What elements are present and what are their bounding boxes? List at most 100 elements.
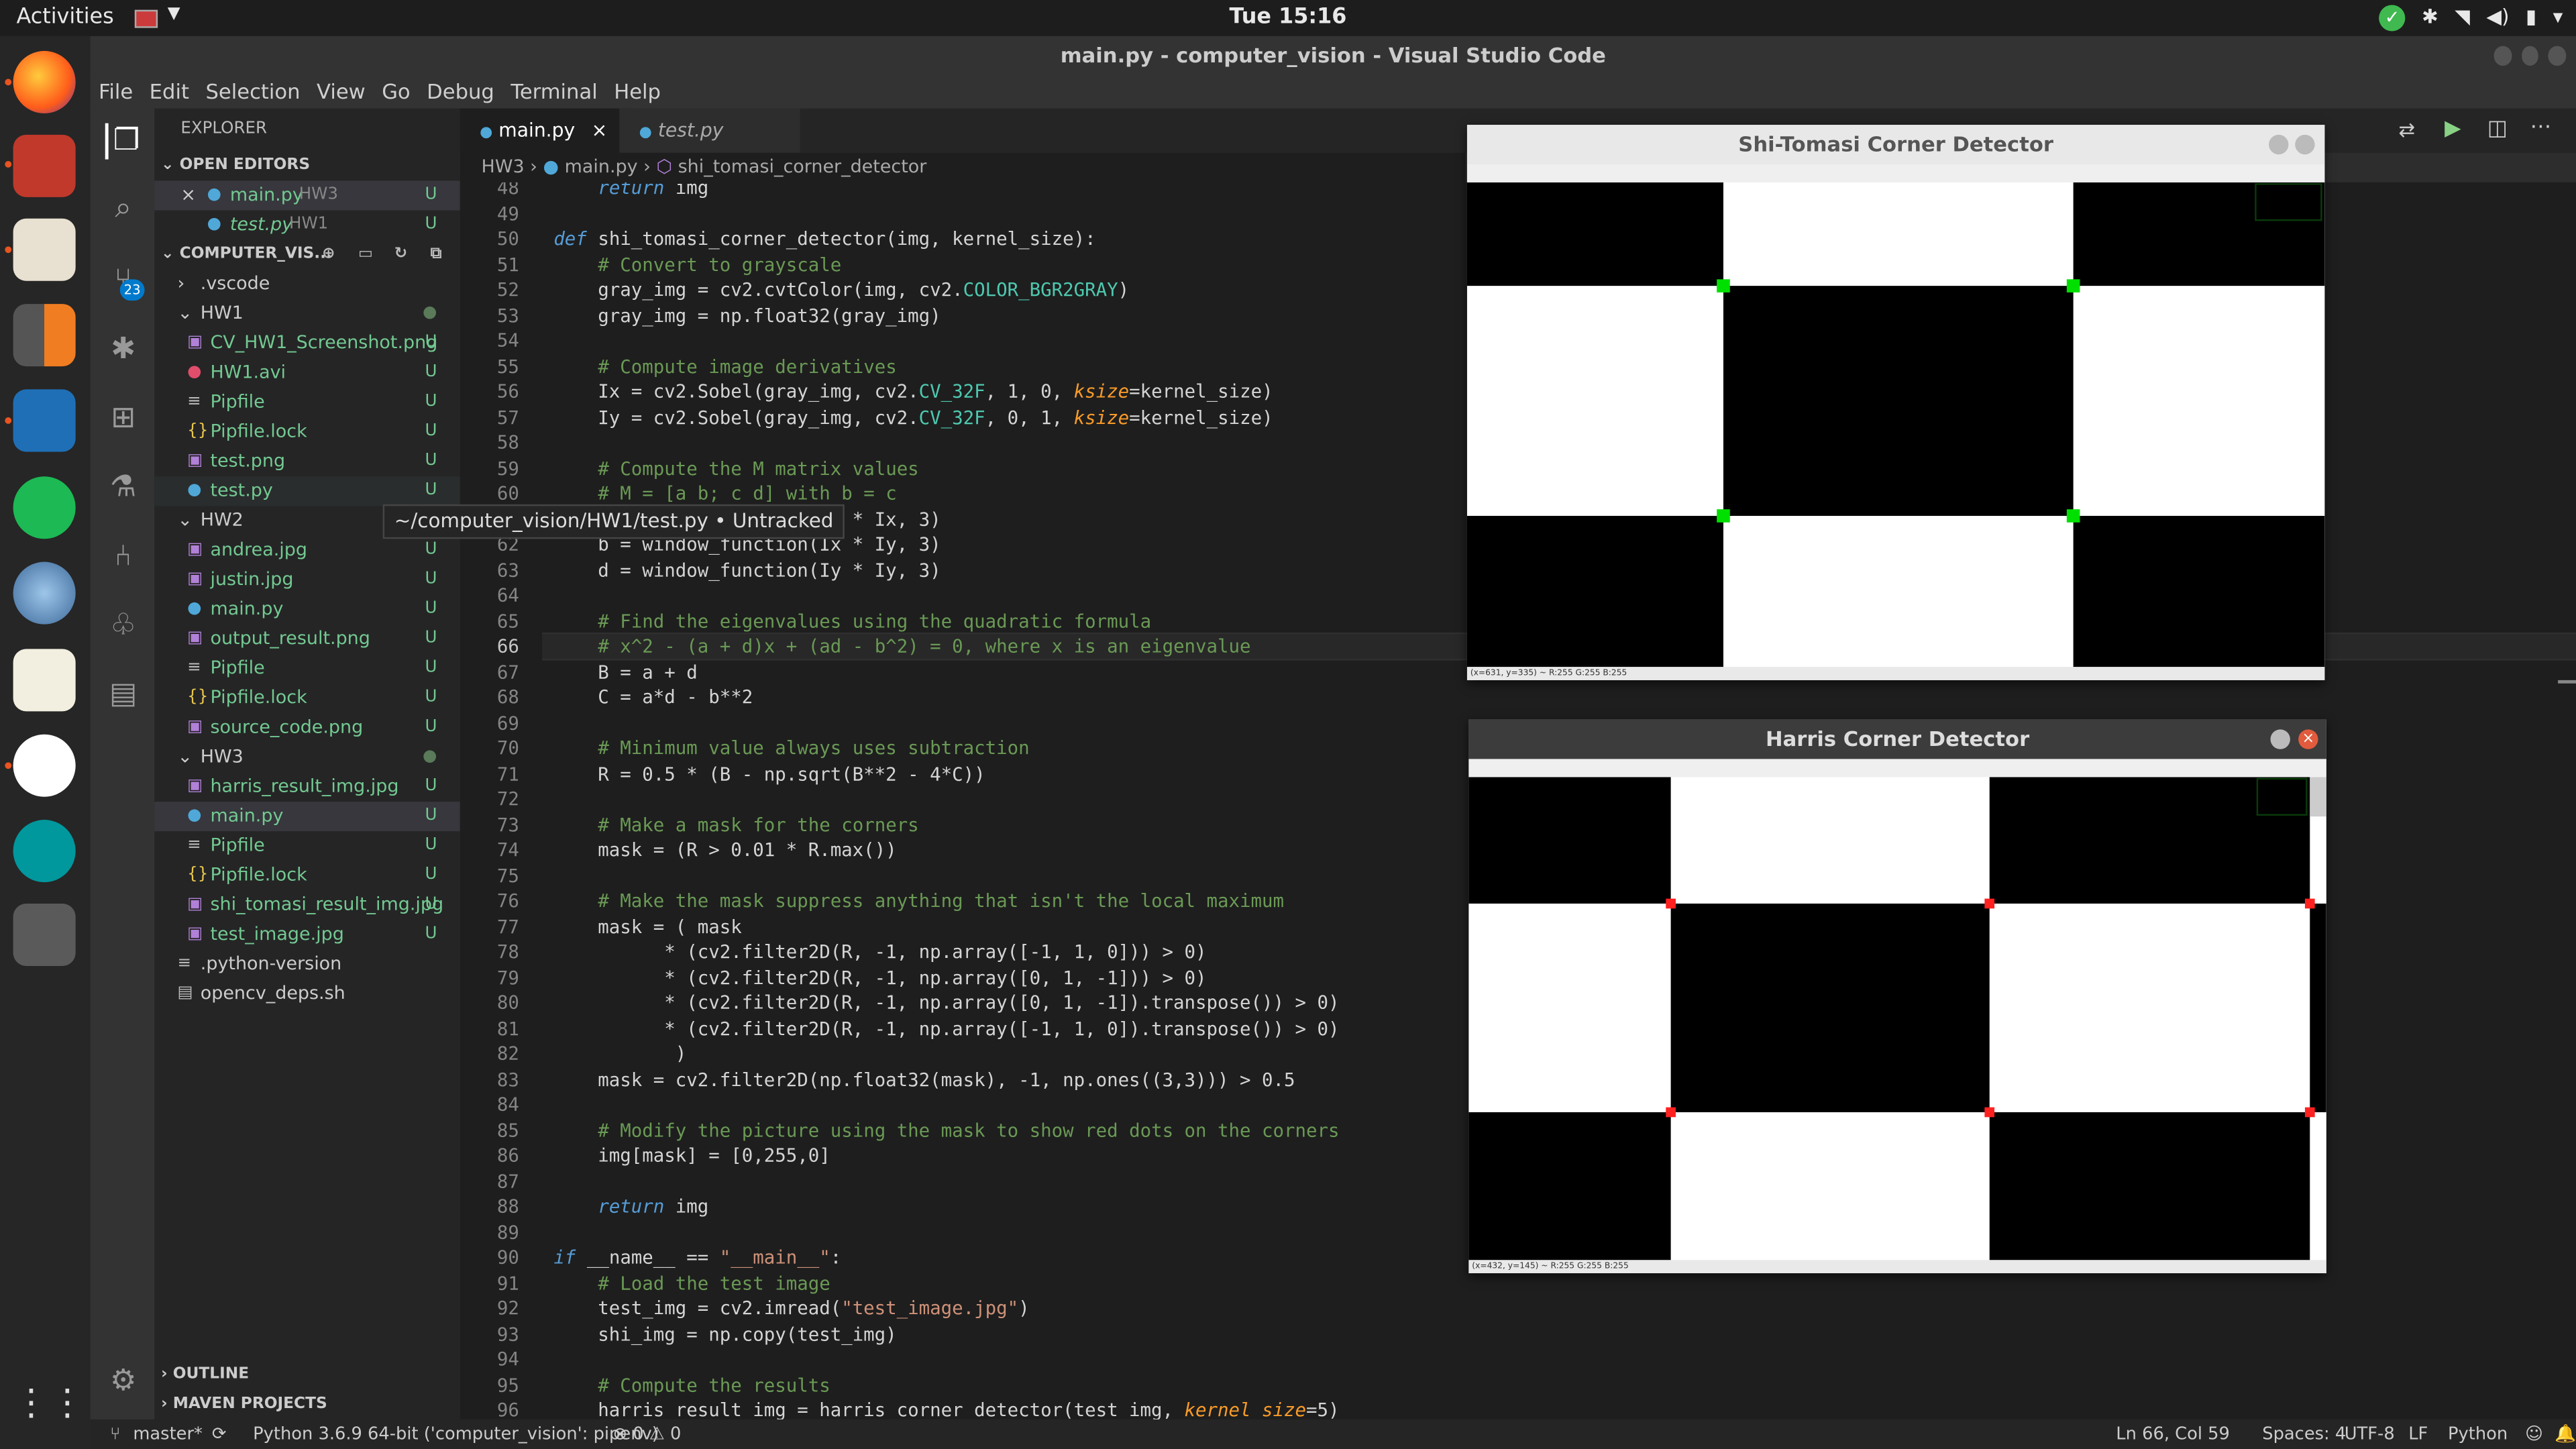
spotify-icon[interactable] (13, 476, 76, 539)
code-line[interactable]: # Modify the picture using the mask to s… (553, 1120, 1339, 1141)
chevron-down-icon[interactable]: ⌄ (177, 743, 193, 772)
menu-terminal[interactable]: Terminal (502, 76, 606, 109)
extensions-icon[interactable]: ⊞ (105, 401, 142, 437)
code-line[interactable]: R = 0.5 * (B - np.sqrt(B**2 - 4*C)) (553, 763, 985, 785)
wifi-icon[interactable]: ◥ (2455, 5, 2470, 31)
code-line[interactable]: # M = [a b; c d] with b = c (553, 483, 896, 504)
update-check-icon[interactable]: ✓ (2379, 5, 2406, 32)
code-line[interactable]: if __name__ == "__main__": (553, 1247, 841, 1269)
collapse-all-icon[interactable]: ⧉ (431, 240, 442, 270)
menu-debug[interactable]: Debug (419, 76, 502, 109)
python-interpreter[interactable]: Python 3.6.9 64-bit ('computer_vision': … (253, 1419, 659, 1449)
code-line[interactable]: * (cv2.filter2D(R, -1, np.array([0, 1, -… (553, 992, 1339, 1014)
breadcrumb-file[interactable]: main.py (565, 156, 638, 178)
code-line[interactable]: C = a*d - b**2 (553, 687, 753, 708)
code-line[interactable]: # Find the eigenvalues using the quadrat… (553, 610, 1151, 632)
tree-item[interactable]: ● HW1.avi U (154, 358, 460, 388)
minimize-button[interactable] (2270, 729, 2290, 749)
slack-icon[interactable] (13, 734, 76, 797)
feedback-icon[interactable]: ☺ (2525, 1419, 2543, 1449)
code-line[interactable]: return img (553, 182, 708, 199)
tree-item[interactable]: {} Pipfile.lock U (154, 684, 460, 713)
code-line[interactable]: # Convert to grayscale (553, 254, 841, 275)
search-icon[interactable]: ⌕ (105, 191, 142, 227)
tree-item[interactable]: › .vscode (154, 270, 460, 299)
bell-icon[interactable]: 🔔 (2555, 1419, 2576, 1449)
text-editor-icon[interactable] (13, 649, 76, 712)
scrollbar[interactable] (2310, 777, 2326, 817)
code-line[interactable]: # Make the mask suppress anything that i… (553, 890, 1284, 912)
code-line[interactable]: # Compute the results (553, 1375, 830, 1396)
close-button[interactable]: × (2298, 729, 2318, 749)
tree-item[interactable]: ≡ Pipfile U (154, 654, 460, 684)
new-file-icon[interactable]: ⊕ (322, 240, 335, 270)
opencv-window-icon[interactable] (13, 903, 76, 967)
code-line[interactable]: test_img = cv2.imread("test_image.jpg") (553, 1298, 1029, 1320)
code-line[interactable]: Ix = cv2.Sobel(gray_img, cv2.CV_32F, 1, … (553, 381, 1273, 402)
maximize-button[interactable] (2521, 46, 2539, 66)
tree-item[interactable]: ⌄ HW1 ● (154, 299, 460, 329)
tree-item[interactable]: ● test.py U (154, 476, 460, 506)
harris-window[interactable]: Harris Corner Detector × (x=432, y=145) … (1468, 719, 2326, 1273)
code-line[interactable]: * (cv2.filter2D(R, -1, np.array([0, 1, -… (553, 967, 1206, 988)
vscode-icon[interactable] (13, 389, 76, 452)
open-editor-item[interactable]: × ● main.py HW3 U (154, 180, 460, 211)
clock[interactable]: Tue 15:16 (0, 5, 2576, 30)
refresh-icon[interactable]: ↻ (394, 240, 408, 270)
code-line[interactable]: img[mask] = [0,255,0] (553, 1145, 830, 1167)
code-line[interactable]: # Make a mask for the corners (553, 814, 918, 835)
problems-count[interactable]: ⊗ 0 ⚠ 0 (612, 1419, 681, 1449)
chevron-down-icon[interactable]: ⌄ (177, 506, 193, 535)
tree-item[interactable]: ▣ source_code.png U (154, 713, 460, 743)
tree-item[interactable]: ▣ harris_result_img.jpg U (154, 772, 460, 802)
breadcrumb-folder[interactable]: HW3 (482, 156, 525, 178)
firefox-icon[interactable] (13, 50, 76, 113)
code-line[interactable]: d = window_function(Iy * Iy, 3) (553, 559, 941, 581)
tree-view-icon[interactable]: ♧ (105, 608, 142, 644)
new-folder-icon[interactable]: ▭ (358, 240, 373, 270)
tree-item[interactable]: {} Pipfile.lock U (154, 861, 460, 890)
compare-icon[interactable]: ⇄ (2399, 118, 2416, 141)
chevron-right-icon[interactable]: › (177, 270, 184, 299)
code-line[interactable]: harris_result_img = harris_corner_detect… (553, 1400, 1339, 1419)
menu-file[interactable]: File (91, 76, 142, 109)
git-graph-icon[interactable]: ⑃ (105, 539, 142, 575)
code-line[interactable]: # Minimum value always uses subtraction (553, 738, 1029, 759)
tree-item[interactable]: ● main.py U (154, 802, 460, 832)
cv-window-title[interactable]: Harris Corner Detector (1468, 719, 2326, 759)
close-icon[interactable]: × (180, 180, 196, 210)
close-button[interactable] (2548, 46, 2567, 66)
tree-item[interactable]: ▣ shi_tomasi_result_img.jpg U (154, 890, 460, 920)
tree-item[interactable]: ▤ opencv_deps.sh (154, 979, 460, 1009)
language-mode[interactable]: Python (2448, 1419, 2508, 1449)
menu-help[interactable]: Help (606, 76, 669, 109)
terminal-app-icon[interactable] (13, 134, 76, 197)
debug-icon[interactable]: ✱ (105, 332, 142, 368)
code-line[interactable]: # x^2 - (a + d)x + (ad - b^2) = 0, where… (553, 636, 1250, 657)
code-line[interactable]: * (cv2.filter2D(R, -1, np.array([-1, 1, … (553, 1018, 1339, 1039)
code-line[interactable]: def shi_tomasi_corner_detector(img, kern… (553, 228, 1095, 250)
volume-icon[interactable]: ◀) (2486, 5, 2509, 31)
code-line[interactable]: gray_img = np.float32(gray_img) (553, 305, 941, 326)
code-line[interactable]: mask = (R > 0.01 * R.max()) (553, 839, 896, 861)
tab-test-py[interactable]: ● test.py (619, 108, 800, 153)
google-earth-pro-icon[interactable] (13, 561, 76, 625)
tree-item[interactable]: ▣ andrea.jpg U (154, 535, 460, 565)
arduino-icon[interactable] (13, 820, 76, 883)
code-line[interactable]: mask = ( mask (553, 916, 741, 937)
code-line[interactable]: * (cv2.filter2D(R, -1, np.array([-1, 1, … (553, 941, 1206, 963)
tree-item[interactable]: {} Pipfile.lock U (154, 417, 460, 447)
tree-item[interactable]: ● main.py U (154, 595, 460, 625)
split-editor-icon[interactable]: ◫ (2487, 117, 2508, 142)
code-line[interactable]: # Compute the M matrix values (553, 458, 918, 479)
code-line[interactable]: # Compute image derivatives (553, 356, 896, 377)
tree-item[interactable]: ⌄ HW3 ● (154, 743, 460, 772)
code-line[interactable]: ) (553, 1043, 687, 1065)
tree-item[interactable]: ≡ .python-version (154, 950, 460, 979)
git-branch[interactable]: master* (133, 1419, 203, 1449)
menu-edit[interactable]: Edit (141, 76, 197, 109)
minimize-button[interactable] (2493, 46, 2512, 66)
workspace-folder-header[interactable]: ⌄ COMPUTER_VIS... ⊕ ▭ ↻ ⧉ (154, 240, 460, 270)
outline-header[interactable]: › OUTLINE (154, 1360, 466, 1390)
sync-icon[interactable]: ⟳ (212, 1419, 227, 1449)
